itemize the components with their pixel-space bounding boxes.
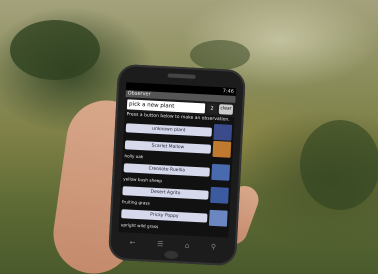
dark-tree-shape — [190, 40, 250, 70]
observation-count: 2 — [206, 103, 218, 115]
plant-thumbnail — [208, 209, 228, 227]
observation-button[interactable]: Creosote Ruellia — [123, 162, 210, 177]
search-icon[interactable]: ⚲ — [211, 243, 217, 251]
dark-tree-shape — [10, 20, 100, 80]
status-time: 7:46 — [222, 88, 235, 95]
menu-icon[interactable]: ☰ — [157, 240, 164, 248]
observation-button[interactable]: unknown plant — [125, 122, 213, 137]
speaker-grille — [167, 73, 196, 79]
plant-thumbnail — [210, 186, 229, 204]
back-icon[interactable]: ← — [129, 239, 135, 247]
observation-button[interactable]: Pricky Poppy — [121, 208, 208, 223]
landscape-painting-background: 7:46 Observer pick a new plant 2 clear P… — [0, 0, 378, 274]
trackball[interactable] — [164, 250, 179, 260]
phone-screen: 7:46 Observer pick a new plant 2 clear P… — [118, 82, 237, 238]
observation-button[interactable]: Desert Agrito — [122, 185, 209, 200]
plant-thumbnail — [212, 140, 232, 158]
plant-thumbnail — [213, 123, 233, 141]
dark-tree-shape — [300, 120, 378, 210]
plant-thumbnail — [211, 163, 231, 181]
observation-button[interactable]: Scarlet Mallow — [124, 139, 212, 154]
home-icon[interactable]: ⌂ — [185, 242, 190, 250]
smartphone: 7:46 Observer pick a new plant 2 clear P… — [107, 63, 247, 267]
clear-button[interactable]: clear — [218, 104, 234, 115]
